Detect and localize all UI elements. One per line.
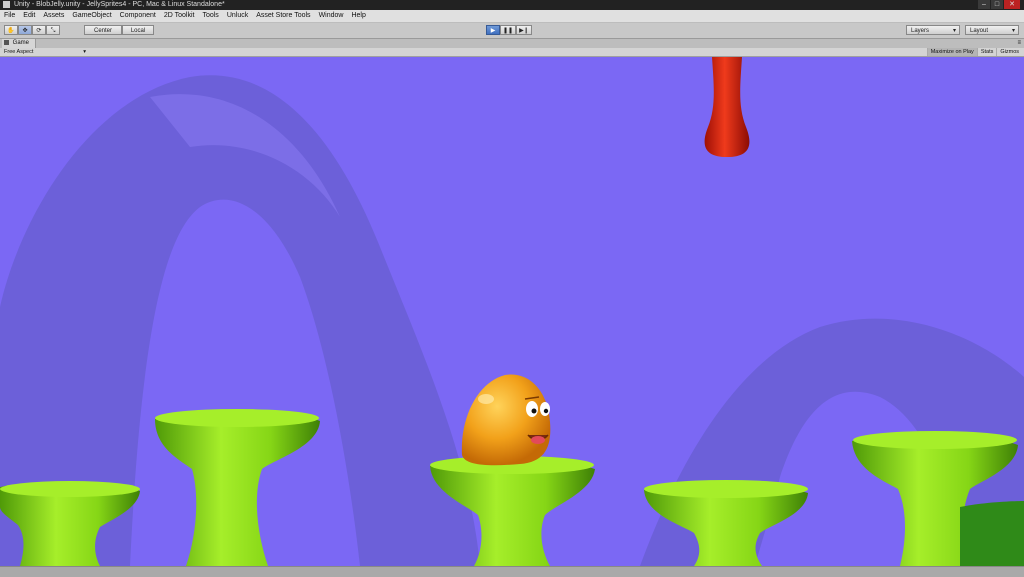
game-options-bar: Free Aspect ▾ Maximize on Play Stats Giz… <box>0 48 1024 57</box>
maximize-button[interactable]: □ <box>991 0 1003 9</box>
layout-dropdown[interactable]: Layout ▾ <box>965 25 1019 35</box>
window-title: Unity - BlobJelly.unity - JellySprites4 … <box>13 1 225 8</box>
pause-icon[interactable]: ❚❚ <box>500 25 517 35</box>
gizmos-dropdown[interactable]: Gizmos <box>996 48 1022 56</box>
game-view-icon <box>4 39 9 45</box>
menu-gameobject[interactable]: GameObject <box>68 10 115 22</box>
menu-help[interactable]: Help <box>347 10 369 22</box>
menu-window[interactable]: Window <box>315 10 348 22</box>
status-bar <box>0 566 1024 577</box>
layers-dropdown[interactable]: Layers ▾ <box>906 25 960 35</box>
menu-2d-toolkit[interactable]: 2D Toolkit <box>160 10 199 22</box>
transform-tools: ✋ ✥ ⟳ ⤡ <box>4 25 60 35</box>
window-title-bar: Unity - BlobJelly.unity - JellySprites4 … <box>0 0 1024 10</box>
move-icon[interactable]: ✥ <box>18 25 32 35</box>
menu-unluck[interactable]: Unluck <box>223 10 252 22</box>
playback-controls: ▶ ❚❚ ▶❙ <box>486 25 532 35</box>
pivot-toggles: Center Local <box>84 25 154 35</box>
rotate-icon[interactable]: ⟳ <box>32 25 46 35</box>
pivot-center-button[interactable]: Center <box>84 25 122 35</box>
layout-label: Layout <box>970 28 989 34</box>
menu-bar: File Edit Assets GameObject Component 2D… <box>0 10 1024 23</box>
layout-dropdown-wrap: Layout ▾ <box>965 25 1019 35</box>
aspect-dropdown[interactable]: Free Aspect ▾ <box>2 48 88 56</box>
chevron-down-icon: ▾ <box>83 49 86 55</box>
minimize-button[interactable]: – <box>978 0 990 9</box>
layers-label: Layers <box>911 28 930 34</box>
tab-menu-icon[interactable]: ≡ <box>1017 39 1021 48</box>
layers-dropdown-wrap: Layers ▾ <box>906 25 960 35</box>
close-button[interactable]: ✕ <box>1004 0 1020 9</box>
menu-component[interactable]: Component <box>116 10 160 22</box>
game-scene <box>0 57 1024 566</box>
hand-icon[interactable]: ✋ <box>4 25 18 35</box>
menu-asset-store-tools[interactable]: Asset Store Tools <box>252 10 314 22</box>
main-toolbar: ✋ ✥ ⟳ ⤡ Center Local ▶ ❚❚ ▶❙ Layers ▾ La… <box>0 23 1024 39</box>
unity-logo-icon <box>3 0 10 8</box>
menu-file[interactable]: File <box>0 10 19 22</box>
chevron-down-icon: ▾ <box>1011 28 1015 34</box>
aspect-label: Free Aspect <box>4 49 34 55</box>
maximize-on-play-toggle[interactable]: Maximize on Play <box>926 48 977 56</box>
play-icon[interactable]: ▶ <box>486 25 500 35</box>
menu-assets[interactable]: Assets <box>39 10 68 22</box>
chevron-down-icon: ▾ <box>952 28 956 34</box>
step-icon[interactable]: ▶❙ <box>516 25 532 35</box>
game-view[interactable] <box>0 57 1024 566</box>
scale-icon[interactable]: ⤡ <box>46 25 60 35</box>
tab-game-label: Game <box>12 40 30 46</box>
stats-toggle[interactable]: Stats <box>976 48 997 56</box>
tab-game[interactable]: Game <box>2 39 37 48</box>
window-controls: – □ ✕ <box>978 0 1020 9</box>
menu-edit[interactable]: Edit <box>19 10 39 22</box>
green-pipe <box>960 501 1024 566</box>
menu-tools[interactable]: Tools <box>198 10 222 22</box>
game-view-options: Maximize on Play Stats Gizmos <box>926 48 1022 56</box>
pivot-local-button[interactable]: Local <box>122 25 154 35</box>
